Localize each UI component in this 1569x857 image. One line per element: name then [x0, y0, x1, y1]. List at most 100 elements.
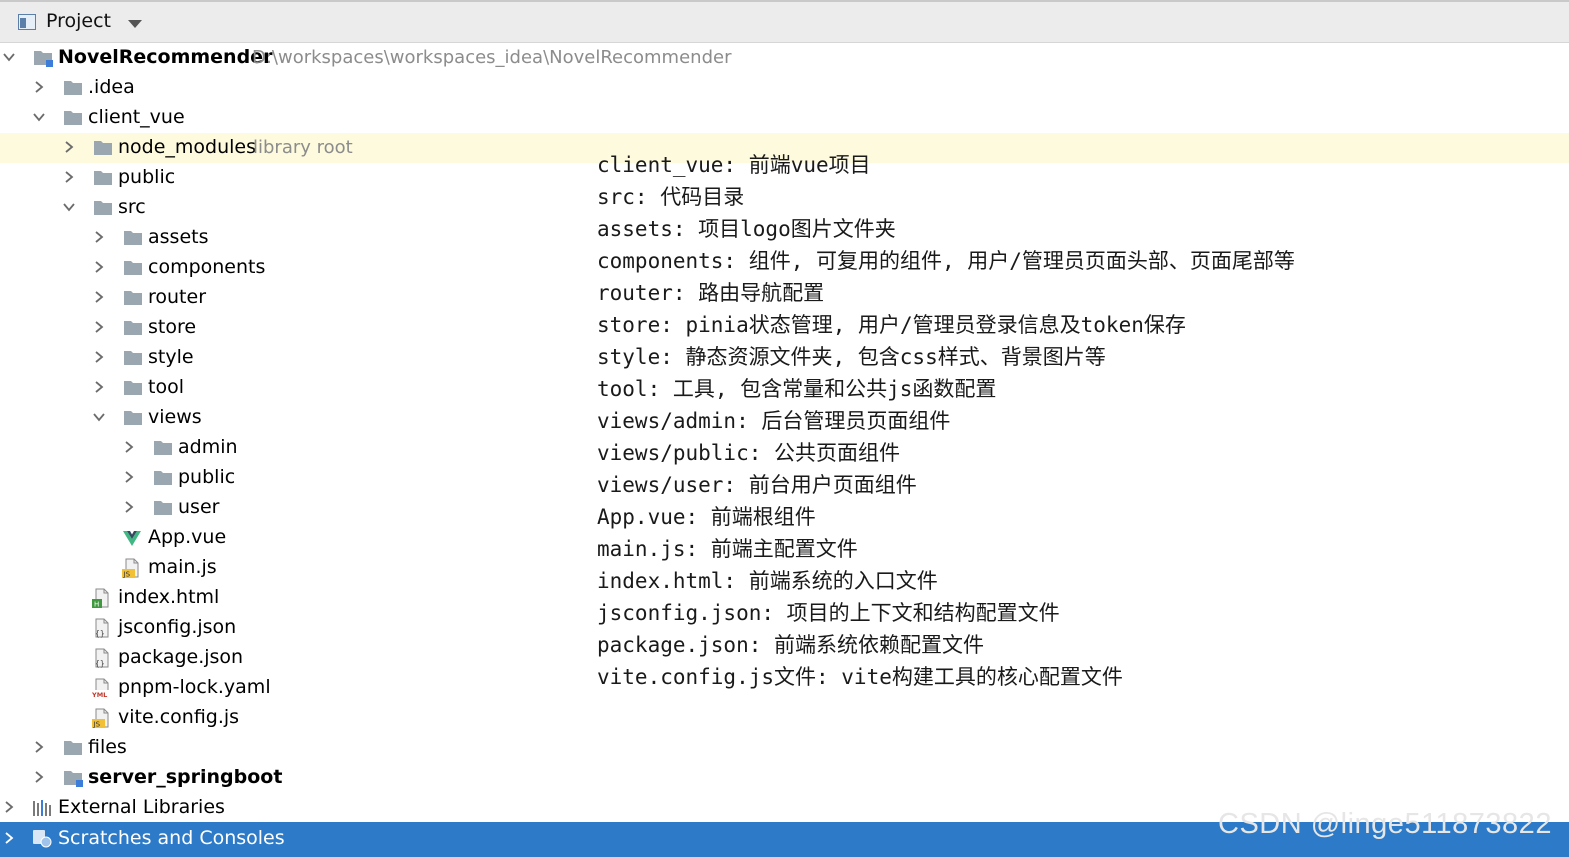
chevron-down-icon[interactable] [32, 110, 46, 124]
chevron-right-icon[interactable] [92, 260, 106, 274]
folder-icon [153, 468, 173, 488]
svg-text:{}: {} [95, 659, 105, 668]
note-line: App.vue: 前端根组件 [597, 505, 816, 529]
tree-label-package: package.json [118, 646, 244, 668]
note-line: views/user: 前台用户页面组件 [597, 473, 917, 497]
project-title[interactable]: Project [46, 10, 111, 32]
chevron-right-icon[interactable] [32, 80, 46, 94]
tree-row-root[interactable]: NovelRecommender D:\workspaces\workspace… [0, 43, 1569, 73]
chevron-down-icon[interactable] [92, 410, 106, 424]
tree-label-public: public [118, 166, 176, 188]
tree-label-tool: tool [148, 376, 184, 398]
tree-label-index-html: index.html [118, 586, 220, 608]
tree-label-files: files [88, 736, 127, 758]
chevron-right-icon[interactable] [92, 230, 106, 244]
tree-label-vite: vite.config.js [118, 706, 240, 728]
chevron-down-icon[interactable] [128, 20, 142, 28]
chevron-right-icon[interactable] [92, 380, 106, 394]
chevron-right-icon[interactable] [2, 800, 16, 814]
vue-file-icon [122, 528, 142, 548]
html-file-icon: H [92, 588, 112, 609]
chevron-right-icon[interactable] [62, 140, 76, 154]
folder-icon [93, 138, 113, 158]
annotation-notes: client_vue: 前端vue项目 src: 代码目录 assets: 项目… [597, 150, 1295, 694]
tree-label-src: src [118, 196, 146, 218]
chevron-right-icon[interactable] [92, 320, 106, 334]
tree-label-jsconfig: jsconfig.json [118, 616, 237, 638]
root-path: D:\workspaces\workspaces_idea\NovelRecom… [252, 47, 732, 68]
tree-label-client-vue: client_vue [88, 106, 185, 128]
chevron-right-icon[interactable] [92, 350, 106, 364]
note-line: components: 组件, 可复用的组件, 用户/管理员页面头部、页面尾部等 [597, 249, 1295, 273]
chevron-right-icon[interactable] [32, 740, 46, 754]
tree-label-root: NovelRecommender [58, 46, 273, 68]
tree-row-vite[interactable]: JS vite.config.js [0, 703, 1569, 733]
note-line: main.js: 前端主配置文件 [597, 537, 858, 561]
folder-icon [63, 738, 83, 758]
folder-icon [93, 198, 113, 218]
tree-row-client-vue[interactable]: client_vue [0, 103, 1569, 133]
chevron-right-icon[interactable] [2, 831, 16, 845]
svg-text:JS: JS [123, 571, 131, 579]
folder-icon [123, 318, 143, 338]
folder-icon [123, 228, 143, 248]
note-line: store: pinia状态管理, 用户/管理员登录信息及token保存 [597, 313, 1186, 337]
note-line: vite.config.js文件: vite构建工具的核心配置文件 [597, 665, 1123, 689]
tree-label-external: External Libraries [58, 796, 225, 818]
project-header: Project [0, 2, 1569, 43]
yaml-file-icon: YML [91, 678, 112, 699]
tree-label-server: server_springboot [88, 766, 283, 788]
tree-row-files[interactable]: files [0, 733, 1569, 763]
chevron-right-icon[interactable] [122, 470, 136, 484]
chevron-right-icon[interactable] [122, 500, 136, 514]
tree-label-app-vue: App.vue [148, 526, 227, 548]
note-line: tool: 工具, 包含常量和公共js函数配置 [597, 377, 997, 401]
js-file-icon: JS [92, 708, 112, 729]
chevron-down-icon[interactable] [62, 200, 76, 214]
tree-label-components: components [148, 256, 266, 278]
chevron-down-icon[interactable] [2, 50, 16, 64]
chevron-right-icon[interactable] [122, 440, 136, 454]
note-line: views/public: 公共页面组件 [597, 441, 901, 465]
library-icon [32, 798, 52, 818]
note-line: jsconfig.json: 项目的上下文和结构配置文件 [597, 601, 1060, 625]
folder-icon [63, 108, 83, 128]
svg-text:YML: YML [92, 691, 107, 698]
note-line: views/admin: 后台管理员页面组件 [597, 409, 951, 433]
scratches-icon [32, 828, 52, 848]
tree-label-router: router [148, 286, 207, 308]
folder-icon [123, 288, 143, 308]
folder-icon [123, 408, 143, 428]
note-line: src: 代码目录 [597, 185, 745, 209]
tree-row-server[interactable]: server_springboot [0, 763, 1569, 793]
project-window-icon [18, 14, 36, 30]
tree-label-user: user [178, 496, 220, 518]
tree-label-views: views [148, 406, 202, 428]
svg-text:{}: {} [95, 629, 105, 638]
chevron-right-icon[interactable] [62, 170, 76, 184]
tree-row-idea[interactable]: .idea [0, 73, 1569, 103]
tree-label-idea: .idea [88, 76, 135, 98]
note-line: package.json: 前端系统依赖配置文件 [597, 633, 985, 657]
note-line: router: 路由导航配置 [597, 281, 825, 305]
tree-label-pnpm: pnpm-lock.yaml [118, 676, 271, 698]
note-line: assets: 项目logo图片文件夹 [597, 217, 896, 241]
chevron-right-icon[interactable] [32, 770, 46, 784]
watermark: CSDN @linge511873822 [1218, 808, 1552, 840]
tree-label-style: style [148, 346, 194, 368]
svg-text:JS: JS [93, 721, 101, 729]
tree-label-scratches: Scratches and Consoles [58, 827, 285, 849]
library-root-tag: library root [253, 137, 353, 158]
note-line: client_vue: 前端vue项目 [597, 153, 871, 177]
tree-label-store: store [148, 316, 197, 338]
json-file-icon: {} [92, 618, 112, 638]
module-folder-icon [33, 48, 53, 68]
note-line: index.html: 前端系统的入口文件 [597, 569, 938, 593]
svg-text:H: H [94, 601, 99, 609]
folder-icon [153, 498, 173, 518]
tree-label-assets: assets [148, 226, 209, 248]
chevron-right-icon[interactable] [92, 290, 106, 304]
note-line: style: 静态资源文件夹, 包含css样式、背景图片等 [597, 345, 1106, 369]
folder-icon [123, 348, 143, 368]
tree-label-main-js: main.js [148, 556, 217, 578]
